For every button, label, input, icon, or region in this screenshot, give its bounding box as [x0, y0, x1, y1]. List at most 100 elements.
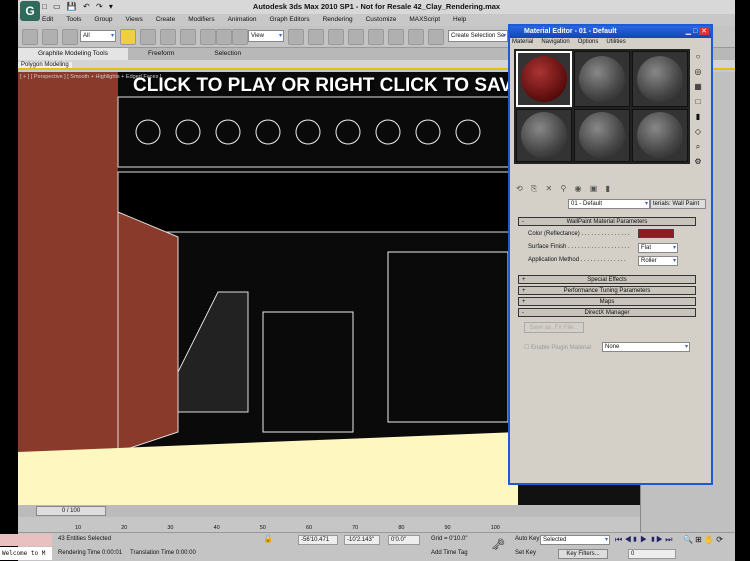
menu-tools[interactable]: Tools [66, 14, 81, 26]
sample-slot[interactable] [574, 51, 630, 107]
sample-slot[interactable] [516, 108, 572, 162]
snaps-toggle-icon[interactable] [348, 29, 364, 45]
rollout-maps[interactable]: + Maps [518, 297, 696, 306]
polygon-modeling-panel[interactable]: Polygon Modeling [18, 62, 72, 68]
rectangle-selection-icon[interactable] [160, 29, 176, 45]
menu-utilities[interactable]: Utilities [606, 39, 625, 45]
set-key-button[interactable]: Set Key [515, 550, 536, 556]
menu-modifiers[interactable]: Modifiers [188, 14, 214, 26]
spinner-snap-icon[interactable] [408, 29, 424, 45]
window-crossing-icon[interactable] [180, 29, 196, 45]
menu-views[interactable]: Views [125, 14, 142, 26]
reference-coordinate-dropdown[interactable]: View [248, 30, 284, 42]
link-icon[interactable] [22, 29, 38, 45]
plugin-material-dropdown[interactable]: None [602, 342, 690, 352]
rotate-icon[interactable] [216, 29, 232, 45]
current-frame-field[interactable]: 0 [628, 549, 676, 559]
menu-navigation[interactable]: Navigation [541, 39, 569, 45]
menu-group[interactable]: Group [94, 14, 112, 26]
video-overlay-text[interactable]: CLICK TO PLAY OR RIGHT CLICK TO SAVE! :) [133, 75, 549, 97]
select-by-name-icon[interactable] [140, 29, 156, 45]
menu-animation[interactable]: Animation [228, 14, 257, 26]
rollout-directx-manager[interactable]: - DirectX Manager [518, 308, 696, 317]
quick-access-toolbar[interactable]: □ ▭ 💾 ↶ ↷ ▾ [42, 2, 132, 12]
tick-label: 70 [352, 525, 359, 531]
save-fx-file-button[interactable]: Save as .FX File... [524, 322, 584, 333]
application-method-dropdown[interactable]: Roller [638, 256, 678, 266]
sample-slot[interactable] [516, 51, 572, 107]
playback-controls[interactable]: ⏮ ◀▮ ▶ ▮▶ ⏭ [615, 535, 673, 545]
viewport-navigation-icons[interactable]: 🔍 ⊞ ✋ ⟳ [683, 535, 723, 544]
side-toolbar-icons[interactable]: ○ ◎ ▦ □ ▮ ◇ ⌕ ⚙ [692, 49, 704, 169]
close-icon[interactable]: ✕ [699, 28, 709, 35]
x-coordinate-field[interactable]: -56'10.471 [298, 535, 338, 545]
material-type-button[interactable]: terials: Wall Paint [650, 199, 706, 209]
app-logo-button[interactable]: G [20, 1, 40, 21]
sample-slot[interactable] [632, 108, 688, 162]
tick-label: 20 [121, 525, 128, 531]
track-bar[interactable]: 10 20 30 40 50 60 70 80 90 100 [18, 517, 640, 532]
minimize-icon[interactable]: ▁ [686, 28, 691, 35]
menu-customize[interactable]: Customize [366, 14, 397, 26]
menu-edit[interactable]: Edit [42, 14, 53, 26]
maximize-icon[interactable]: □ [693, 28, 697, 35]
percent-snap-icon[interactable] [388, 29, 404, 45]
menu-options[interactable]: Options [578, 39, 599, 45]
selection-status: 43 Entities Selected [58, 536, 112, 542]
surface-finish-label: Surface Finish . . . . . . . . . . . . .… [528, 244, 630, 250]
menu-create[interactable]: Create [156, 14, 176, 26]
maxscript-listener[interactable]: Welcome to M [0, 547, 52, 560]
selection-filter-dropdown[interactable]: All [80, 30, 116, 42]
unlink-icon[interactable] [42, 29, 58, 45]
tick-label: 80 [398, 525, 405, 531]
select-object-icon[interactable] [120, 29, 136, 45]
rollout-wallpaint-parameters[interactable]: - WallPaint Material Parameters [518, 217, 696, 226]
tab-selection[interactable]: Selection [194, 48, 261, 60]
menu-material[interactable]: Material [512, 39, 533, 45]
pivot-center-icon[interactable] [288, 29, 304, 45]
auto-key-button[interactable]: Auto Key [515, 536, 539, 542]
select-manipulate-icon[interactable] [308, 29, 324, 45]
y-coordinate-field[interactable]: -10'2.143" [344, 535, 380, 545]
bottom-toolbar-icons[interactable]: ⟲ ⎘ ✕ ⚲ ◉ ▣ ▮ [516, 184, 613, 194]
tick-label: 90 [444, 525, 451, 531]
translation-time: Translation Time 0:00:00 [130, 550, 196, 556]
menu-rendering[interactable]: Rendering [323, 14, 353, 26]
angle-snap-icon[interactable] [368, 29, 384, 45]
key-icon[interactable]: 🗝 [491, 538, 505, 551]
named-selection-set-dropdown[interactable]: Create Selection Se [448, 30, 508, 42]
sample-slot[interactable] [574, 108, 630, 162]
time-slider-thumb[interactable]: 0 / 100 [36, 506, 106, 516]
rollout-title: Special Effects [587, 277, 627, 283]
surface-finish-dropdown[interactable]: Flat [638, 243, 678, 253]
rollout-performance-tuning[interactable]: + Performance Tuning Parameters [518, 286, 696, 295]
add-time-tag-button[interactable]: Add Time Tag [431, 550, 468, 556]
keyboard-shortcut-icon[interactable] [328, 29, 344, 45]
bind-space-warp-icon[interactable] [62, 29, 78, 45]
edit-named-selection-icon[interactable] [428, 29, 444, 45]
rollout-special-effects[interactable]: + Special Effects [518, 275, 696, 284]
z-coordinate-field[interactable]: 0'0.0" [388, 535, 420, 545]
color-label: Color (Reflectance) . . . . . . . . . . … [528, 231, 630, 237]
move-icon[interactable] [200, 29, 216, 45]
menu-graph-editors[interactable]: Graph Editors [270, 14, 310, 26]
scale-icon[interactable] [232, 29, 248, 45]
lock-icon[interactable]: 🔒 [263, 534, 273, 543]
material-name-dropdown[interactable]: 01 - Default [568, 199, 650, 209]
key-filters-button[interactable]: Key Filters... [558, 549, 608, 559]
material-editor-title: Material Editor - 01 - Default [510, 26, 711, 38]
color-swatch[interactable] [638, 229, 674, 238]
rollout-title: Performance Tuning Parameters [563, 288, 651, 294]
enable-plugin-material-checkbox[interactable]: ☐ Enable Plugin Material [524, 344, 591, 351]
key-mode-dropdown[interactable]: Selected [540, 535, 610, 545]
maxscript-listener-top[interactable] [0, 534, 52, 546]
time-slider[interactable]: 0 / 100 [18, 505, 640, 517]
sample-slot[interactable] [632, 51, 688, 107]
status-bar: Welcome to M 43 Entities Selected Render… [0, 532, 735, 561]
tab-graphite-modeling-tools[interactable]: Graphite Modeling Tools [18, 48, 128, 60]
menu-maxscript[interactable]: MAXScript [409, 14, 440, 26]
window-controls[interactable]: ▁ □ ✕ [686, 27, 709, 35]
menu-help[interactable]: Help [453, 14, 466, 26]
grid-size: Grid = 0'10.0" [431, 536, 468, 542]
tab-freeform[interactable]: Freeform [128, 48, 194, 60]
